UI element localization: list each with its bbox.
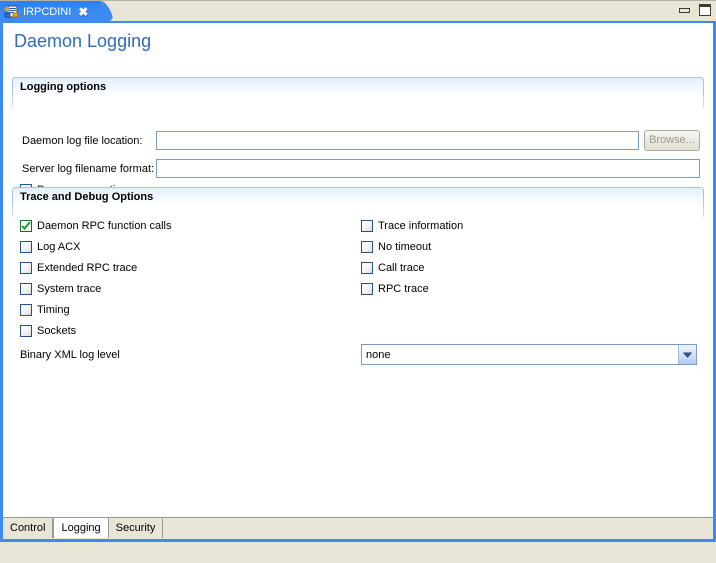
checkbox-box xyxy=(20,262,32,274)
minimize-icon[interactable] xyxy=(678,3,691,16)
editor-body: Daemon Logging Logging options Daemon lo… xyxy=(0,21,716,542)
section-header-trace-debug: Trace and Debug Options xyxy=(12,187,704,206)
checkbox-trace-information[interactable]: Trace information xyxy=(361,220,463,232)
checkbox-label: Sockets xyxy=(37,325,77,337)
maximize-icon[interactable] xyxy=(698,3,711,16)
checkbox-system-trace[interactable]: System trace xyxy=(20,283,101,295)
checkbox-box xyxy=(20,325,32,337)
editor-tab-label: IRPCDINI xyxy=(23,5,72,18)
checkbox-label: Log ACX xyxy=(37,241,81,253)
editor-tab-irpcdini[interactable]: IRPCDINI ✖ xyxy=(0,1,122,22)
binary-xml-log-level-value: none xyxy=(366,348,391,361)
checkbox-daemon-rpc-function-calls[interactable]: Daemon RPC function calls xyxy=(20,220,172,232)
section-logging-options: Logging options xyxy=(12,77,704,107)
tab-control[interactable]: Control xyxy=(3,518,54,538)
checkbox-call-trace[interactable]: Call trace xyxy=(361,262,424,274)
close-icon[interactable]: ✖ xyxy=(78,6,88,18)
checkbox-box xyxy=(361,283,373,295)
daemon-log-file-input[interactable] xyxy=(156,131,639,150)
checkbox-box xyxy=(20,283,32,295)
application-window: IRPCDINI ✖ Daemon Logging Logging option… xyxy=(0,0,716,563)
daemon-log-file-label: Daemon log file location: xyxy=(22,135,143,147)
window-bottom-strip xyxy=(0,542,716,563)
section-title-trace-debug: Trace and Debug Options xyxy=(20,191,154,203)
chevron-down-icon[interactable] xyxy=(678,345,696,364)
checkbox-no-timeout[interactable]: No timeout xyxy=(361,241,431,253)
bottom-tab-folder: Control Logging Security xyxy=(3,517,713,539)
checkbox-label: Extended RPC trace xyxy=(37,262,138,274)
checkbox-label: System trace xyxy=(37,283,102,295)
editor-tab-bar: IRPCDINI ✖ xyxy=(0,0,716,22)
checkbox-box xyxy=(361,241,373,253)
checkbox-label: Trace information xyxy=(378,220,464,232)
checkbox-box xyxy=(20,241,32,253)
checkbox-label: Daemon RPC function calls xyxy=(37,220,172,232)
section-trace-debug-options: Trace and Debug Options xyxy=(12,187,704,217)
tab-logging[interactable]: Logging xyxy=(53,517,109,538)
checkbox-sockets[interactable]: Sockets xyxy=(20,325,76,337)
tab-security[interactable]: Security xyxy=(108,518,164,538)
tab-curve-decoration xyxy=(100,1,122,22)
checkbox-box xyxy=(361,262,373,274)
checkbox-label: Timing xyxy=(37,304,70,316)
server-log-format-label: Server log filename format: xyxy=(22,163,155,175)
binary-xml-log-level-select[interactable]: none xyxy=(361,344,697,365)
file-config-icon xyxy=(4,5,20,19)
browse-button[interactable]: Browse... xyxy=(644,130,700,151)
page-title: Daemon Logging xyxy=(14,31,152,51)
checkbox-rpc-trace[interactable]: RPC trace xyxy=(361,283,429,295)
section-header-gradient-2 xyxy=(12,206,704,217)
server-log-format-input[interactable] xyxy=(156,159,700,178)
checkbox-label: RPC trace xyxy=(378,283,429,295)
form-area: Daemon Logging Logging options Daemon lo… xyxy=(3,23,713,539)
checkbox-extended-rpc-trace[interactable]: Extended RPC trace xyxy=(20,262,137,274)
section-header-gradient xyxy=(12,96,704,107)
checkbox-box xyxy=(361,220,373,232)
checkbox-label: No timeout xyxy=(378,241,432,253)
window-controls xyxy=(678,3,711,16)
section-title-logging-options: Logging options xyxy=(20,81,107,93)
checkbox-log-acx[interactable]: Log ACX xyxy=(20,241,80,253)
binary-xml-log-level-label: Binary XML log level xyxy=(20,349,120,361)
checkbox-box xyxy=(20,304,32,316)
checkbox-box xyxy=(20,220,32,232)
section-header-logging-options: Logging options xyxy=(12,77,704,96)
checkbox-label: Call trace xyxy=(378,262,425,274)
checkbox-timing[interactable]: Timing xyxy=(20,304,70,316)
